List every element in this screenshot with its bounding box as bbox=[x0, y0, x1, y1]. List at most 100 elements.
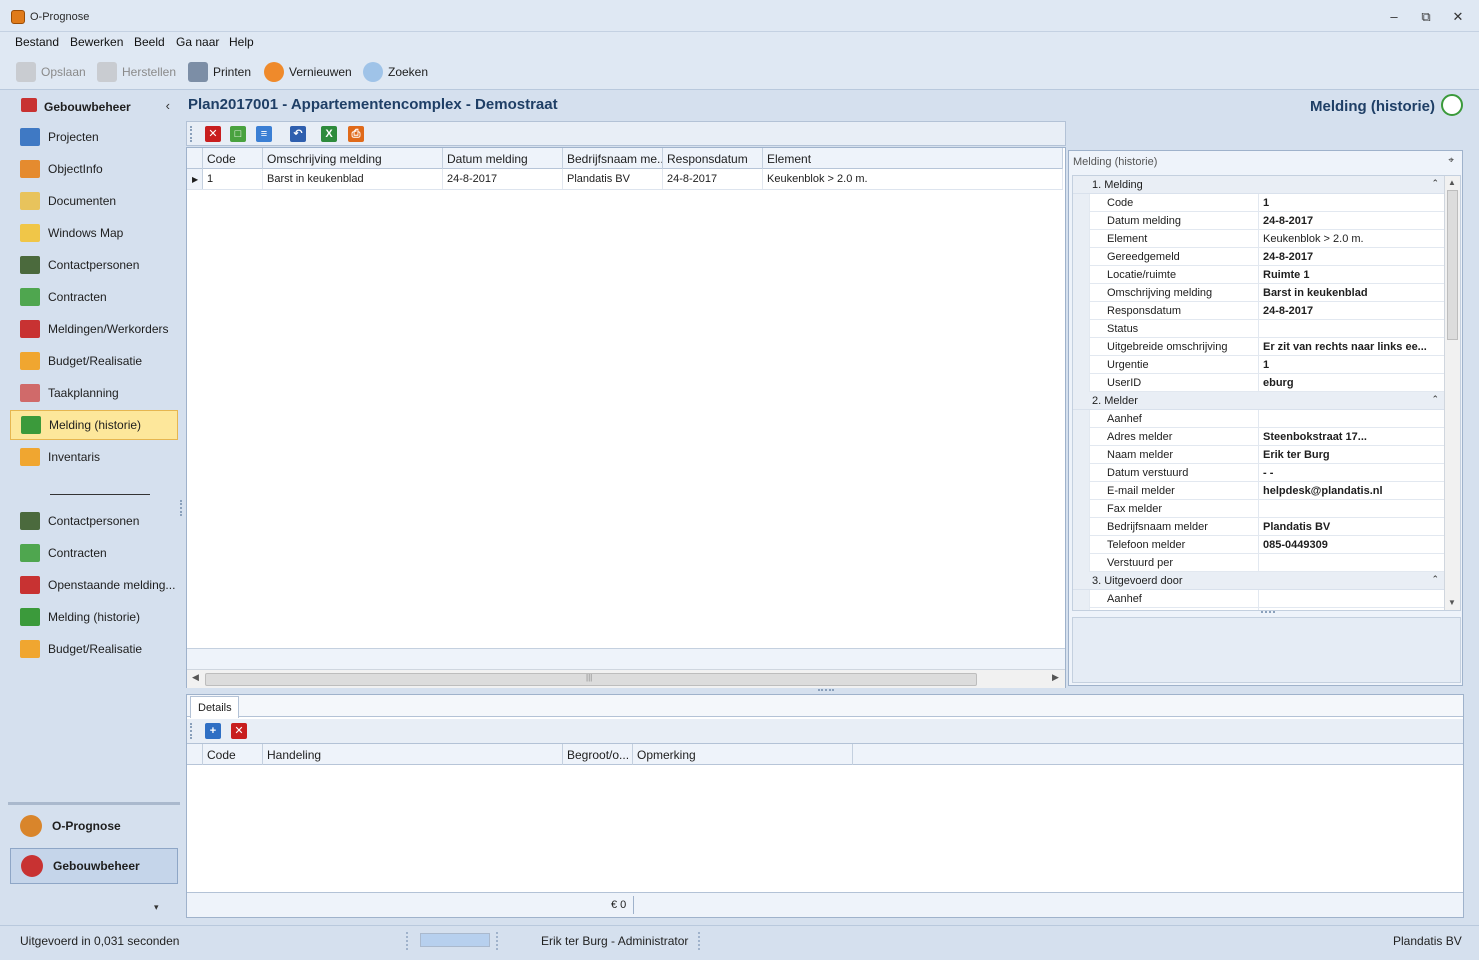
scroll-right-icon[interactable]: ▶ bbox=[1052, 672, 1059, 683]
nav-item-8[interactable]: Taakplanning bbox=[10, 378, 178, 408]
delete-button[interactable]: ✕ bbox=[205, 126, 221, 142]
nav-item-10[interactable]: Inventaris bbox=[10, 442, 178, 472]
chevron-up-icon[interactable]: ⌃ bbox=[1431, 394, 1439, 405]
tab-details[interactable]: Details bbox=[190, 696, 239, 718]
scroll-up-icon[interactable]: ▲ bbox=[1448, 178, 1456, 187]
column-header[interactable]: Datum melding bbox=[443, 148, 563, 169]
nav-item-1[interactable]: ObjectInfo bbox=[10, 154, 178, 184]
toolbar-grip[interactable] bbox=[190, 723, 192, 739]
add-button[interactable]: + bbox=[205, 723, 221, 739]
property-row[interactable]: UserID eburg bbox=[1089, 374, 1445, 392]
horizontal-scrollbar[interactable]: ◀ ||| ▶ bbox=[187, 669, 1065, 688]
toolbar-grip[interactable] bbox=[190, 126, 192, 142]
chevron-down-icon[interactable]: ▾ bbox=[154, 902, 159, 913]
scroll-left-icon[interactable]: ◀ bbox=[192, 672, 199, 683]
print-button[interactable]: ⎙ bbox=[348, 126, 364, 142]
scroll-thumb[interactable]: ||| bbox=[205, 673, 977, 686]
menu-bestand[interactable]: Bestand bbox=[15, 35, 59, 49]
maximize-button[interactable]: ⧉ bbox=[1415, 8, 1437, 26]
property-row[interactable]: Verstuurd per bbox=[1089, 554, 1445, 572]
minimize-button[interactable]: – bbox=[1383, 8, 1405, 26]
property-value[interactable]: Steenbokstraat 17... bbox=[1259, 608, 1445, 610]
property-value[interactable] bbox=[1259, 320, 1445, 337]
module-button-0[interactable]: O-Prognose bbox=[10, 808, 178, 844]
column-header[interactable]: Code bbox=[203, 744, 263, 765]
table-cell[interactable]: Barst in keukenblad bbox=[263, 169, 443, 189]
search-button[interactable]: Zoeken bbox=[363, 60, 428, 84]
property-row[interactable]: Code 1 bbox=[1089, 194, 1445, 212]
horizontal-splitter[interactable] bbox=[818, 689, 834, 692]
nav-item-2[interactable]: Documenten bbox=[10, 186, 178, 216]
column-header[interactable]: Bedrijfsnaam me... bbox=[563, 148, 663, 169]
property-scrollbar[interactable]: ▲ ▼ bbox=[1444, 176, 1460, 610]
property-row[interactable]: Naam melder Erik ter Burg bbox=[1089, 446, 1445, 464]
property-value[interactable]: 085-0449309 bbox=[1259, 536, 1445, 553]
property-value[interactable]: - - bbox=[1259, 464, 1445, 481]
property-value[interactable]: Ruimte 1 bbox=[1259, 266, 1445, 283]
column-header[interactable]: Code bbox=[203, 148, 263, 169]
property-value[interactable] bbox=[1259, 410, 1445, 427]
menu-help[interactable]: Help bbox=[229, 35, 254, 49]
scroll-down-icon[interactable]: ▼ bbox=[1448, 598, 1456, 607]
property-row[interactable]: E-mail melder helpdesk@plandatis.nl bbox=[1089, 482, 1445, 500]
chevron-up-icon[interactable]: ⌃ bbox=[1431, 178, 1439, 189]
table-cell[interactable]: 24-8-2017 bbox=[443, 169, 563, 189]
property-row[interactable]: Datum verstuurd - - bbox=[1089, 464, 1445, 482]
property-value[interactable]: Steenbokstraat 17... bbox=[1259, 428, 1445, 445]
property-value[interactable]: Er zit van rechts naar links ee... bbox=[1259, 338, 1445, 355]
property-value[interactable]: 24-8-2017 bbox=[1259, 248, 1445, 265]
table-cell[interactable]: 24-8-2017 bbox=[663, 169, 763, 189]
excel-export-button[interactable]: X bbox=[321, 126, 337, 142]
menu-beeld[interactable]: Beeld bbox=[134, 35, 165, 49]
nav-item2-2[interactable]: Openstaande melding... bbox=[10, 570, 178, 600]
print-button[interactable]: Printen bbox=[188, 60, 251, 84]
property-row[interactable]: Telefoon melder 085-0449309 bbox=[1089, 536, 1445, 554]
menu-ga-naar[interactable]: Ga naar bbox=[176, 35, 219, 49]
property-row[interactable]: Aanhef bbox=[1089, 410, 1445, 428]
module-separator[interactable] bbox=[8, 802, 180, 805]
column-header[interactable]: Element bbox=[763, 148, 1063, 169]
property-value[interactable]: Erik ter Burg bbox=[1259, 446, 1445, 463]
property-value[interactable]: helpdesk@plandatis.nl bbox=[1259, 482, 1445, 499]
column-header[interactable]: Opmerking bbox=[633, 744, 853, 765]
property-value[interactable] bbox=[1259, 554, 1445, 571]
refresh-button[interactable]: Vernieuwen bbox=[264, 60, 352, 84]
nav-item-9[interactable]: Melding (historie) bbox=[10, 410, 178, 440]
property-category[interactable]: 2. Melder ⌃ bbox=[1073, 392, 1445, 410]
nav-item-5[interactable]: Contracten bbox=[10, 282, 178, 312]
column-header[interactable]: Begroot/o... bbox=[563, 744, 633, 765]
property-value[interactable]: Plandatis BV bbox=[1259, 518, 1445, 535]
property-row[interactable]: Gereedgemeld 24-8-2017 bbox=[1089, 248, 1445, 266]
table-cell[interactable]: Keukenblok > 2.0 m. bbox=[763, 169, 1063, 189]
scroll-thumb[interactable] bbox=[1447, 190, 1458, 340]
property-value[interactable] bbox=[1259, 590, 1445, 607]
property-value[interactable]: eburg bbox=[1259, 374, 1445, 391]
pin-icon[interactable]: ⌖ bbox=[1448, 155, 1454, 166]
save-button[interactable]: Opslaan bbox=[16, 60, 86, 84]
property-row[interactable]: Omschrijving melding Barst in keukenblad bbox=[1089, 284, 1445, 302]
nav-item-0[interactable]: Projecten bbox=[10, 122, 178, 152]
nav-item2-0[interactable]: Contactpersonen bbox=[10, 506, 178, 536]
property-value[interactable] bbox=[1259, 500, 1445, 517]
property-row[interactable]: Element Keukenblok > 2.0 m. bbox=[1089, 230, 1445, 248]
column-header[interactable]: Omschrijving melding bbox=[263, 148, 443, 169]
property-row[interactable]: Aanhef bbox=[1089, 590, 1445, 608]
collapse-nav-button[interactable]: ‹ bbox=[166, 98, 170, 113]
menu-bewerken[interactable]: Bewerken bbox=[70, 35, 123, 49]
nav-item2-4[interactable]: Budget/Realisatie bbox=[10, 634, 178, 664]
nav-splitter-handle[interactable] bbox=[180, 500, 184, 516]
property-splitter[interactable] bbox=[1261, 611, 1275, 615]
nav-item-4[interactable]: Contactpersonen bbox=[10, 250, 178, 280]
property-category[interactable]: 3. Uitgevoerd door ⌃ bbox=[1073, 572, 1445, 590]
table-row[interactable]: ▶ 1 Barst in keukenblad 24-8-2017 Plandatis … bbox=[187, 169, 1063, 190]
column-header[interactable]: Responsdatum bbox=[663, 148, 763, 169]
property-row[interactable]: Responsdatum 24-8-2017 bbox=[1089, 302, 1445, 320]
property-row[interactable]: Status bbox=[1089, 320, 1445, 338]
nav-item2-3[interactable]: Melding (historie) bbox=[10, 602, 178, 632]
property-category[interactable]: 1. Melding ⌃ bbox=[1073, 176, 1445, 194]
property-value[interactable]: Keukenblok > 2.0 m. bbox=[1259, 230, 1445, 247]
property-row[interactable]: Urgentie 1 bbox=[1089, 356, 1445, 374]
document-button[interactable]: ≡ bbox=[256, 126, 272, 142]
window-button[interactable]: □ bbox=[230, 126, 246, 142]
module-button-1[interactable]: Gebouwbeheer bbox=[10, 848, 178, 884]
